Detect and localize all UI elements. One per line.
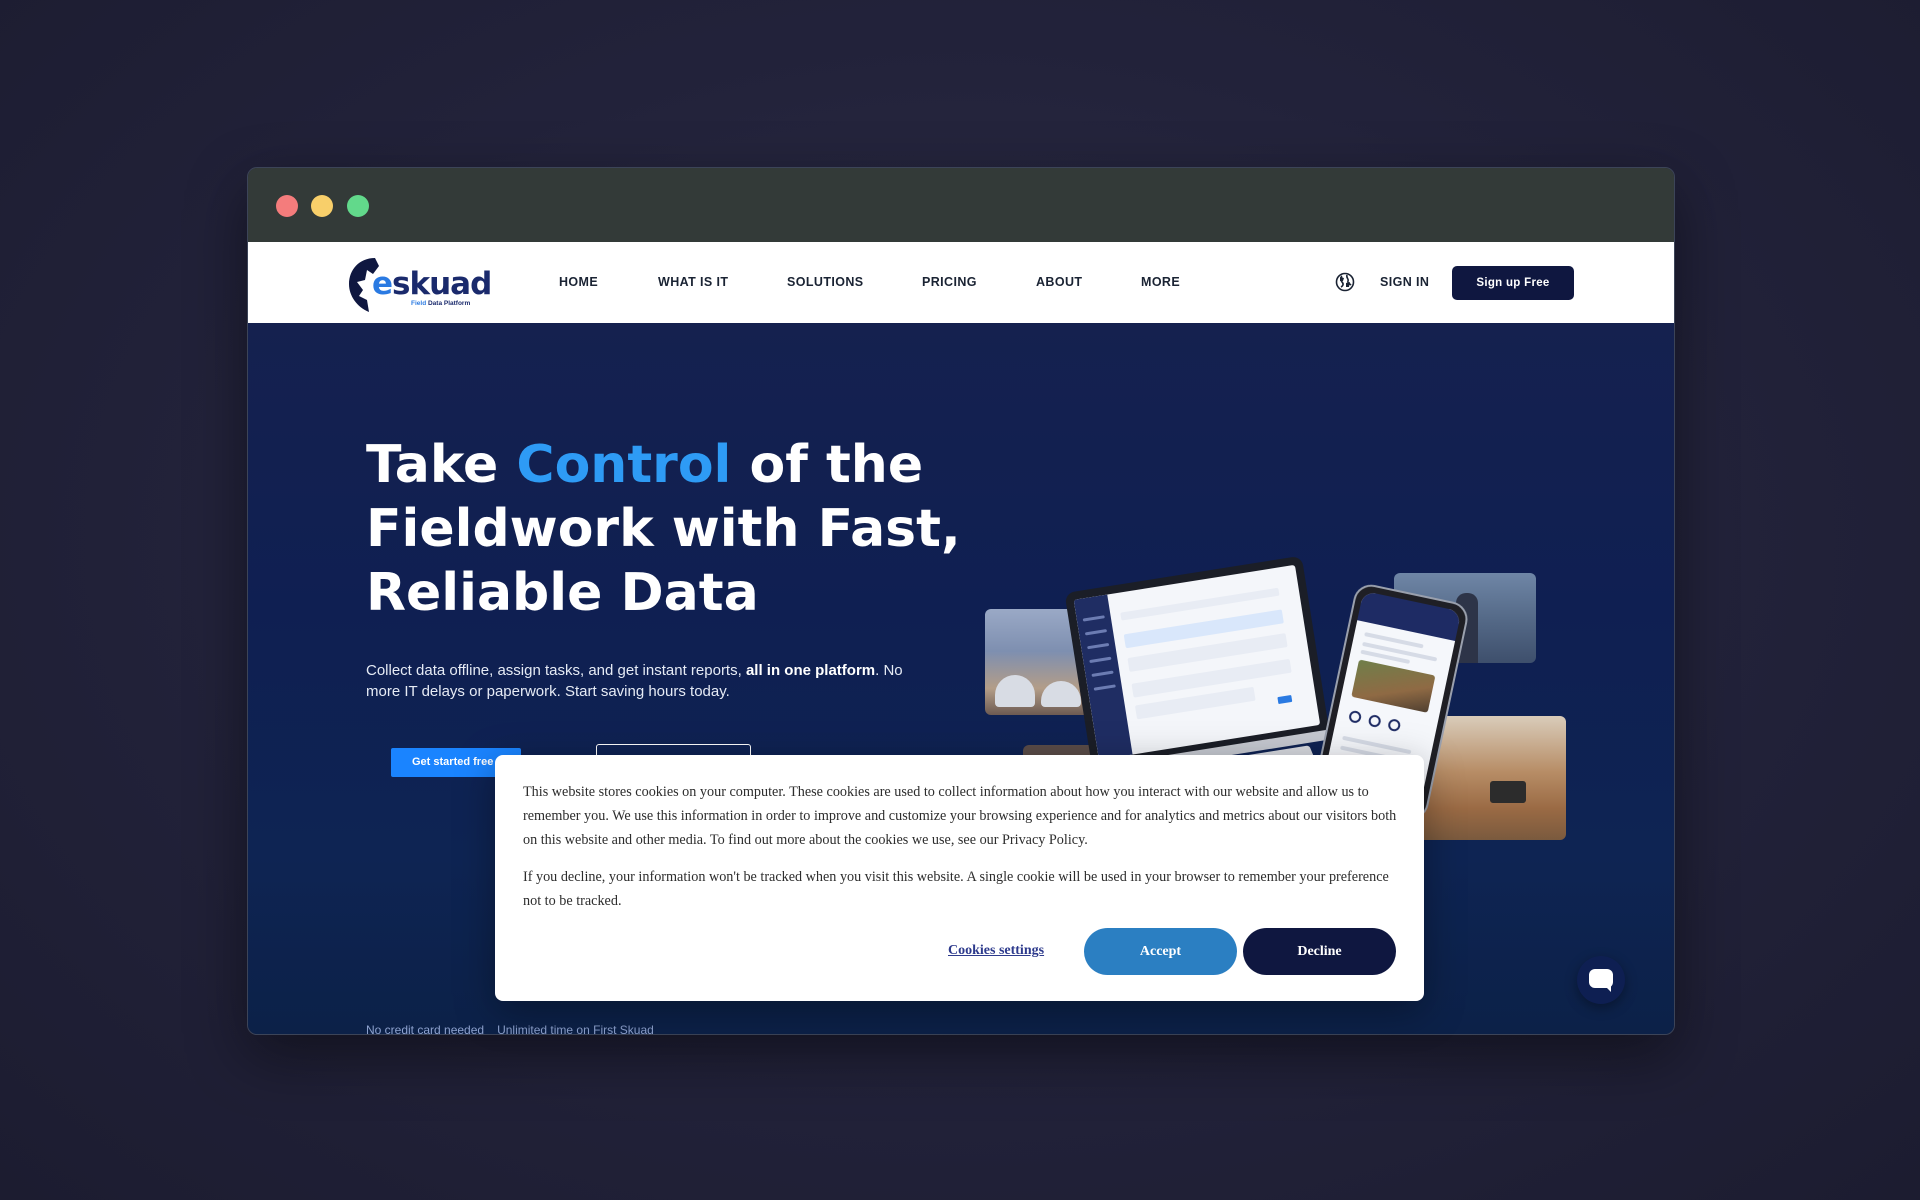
logo-tagline: Field Data Platform <box>411 300 471 307</box>
footnote-unlimited-time: Unlimited time on First Skuad <box>497 1023 654 1034</box>
globe-icon[interactable] <box>1335 272 1355 292</box>
nav-home[interactable]: HOME <box>559 275 598 289</box>
hero-footnotes: No credit card needed Unlimited time on F… <box>366 1023 667 1034</box>
chat-launcher-button[interactable] <box>1577 956 1625 1004</box>
nav-pricing[interactable]: PRICING <box>922 275 977 289</box>
hero-subtitle: Collect data offline, assign tasks, and … <box>366 662 903 700</box>
hero-title: Take Control of the Fieldwork with Fast,… <box>366 435 961 623</box>
nav-what-is-it[interactable]: WHAT IS IT <box>658 275 728 289</box>
maximize-window-button[interactable] <box>347 195 369 217</box>
nav-about[interactable]: ABOUT <box>1036 275 1082 289</box>
eskuad-logo[interactable]: eskuad Field Data Platform <box>345 252 492 314</box>
close-window-button[interactable] <box>276 195 298 217</box>
footnote-no-credit-card: No credit card needed <box>366 1023 485 1034</box>
signin-link[interactable]: SIGN IN <box>1380 275 1429 289</box>
minimize-window-button[interactable] <box>311 195 333 217</box>
window-titlebar <box>248 168 1674 242</box>
site-navbar: eskuad Field Data Platform HOME WHAT IS … <box>248 242 1674 323</box>
nav-more[interactable]: MORE <box>1141 275 1180 289</box>
cookie-decline-button[interactable]: Decline <box>1243 928 1396 975</box>
nav-solutions[interactable]: SOLUTIONS <box>787 275 864 289</box>
cookie-accept-button[interactable]: Accept <box>1084 928 1237 975</box>
signup-free-button[interactable]: Sign up Free <box>1452 266 1574 300</box>
cookie-text-secondary: If you decline, your information won't b… <box>523 869 1389 909</box>
cookies-settings-link[interactable]: Cookies settings <box>948 943 1044 959</box>
cookie-text-primary: This website stores cookies on your comp… <box>523 784 1397 848</box>
logo-wordmark: eskuad <box>372 266 492 302</box>
cookie-consent-banner: This website stores cookies on your comp… <box>495 755 1424 1001</box>
